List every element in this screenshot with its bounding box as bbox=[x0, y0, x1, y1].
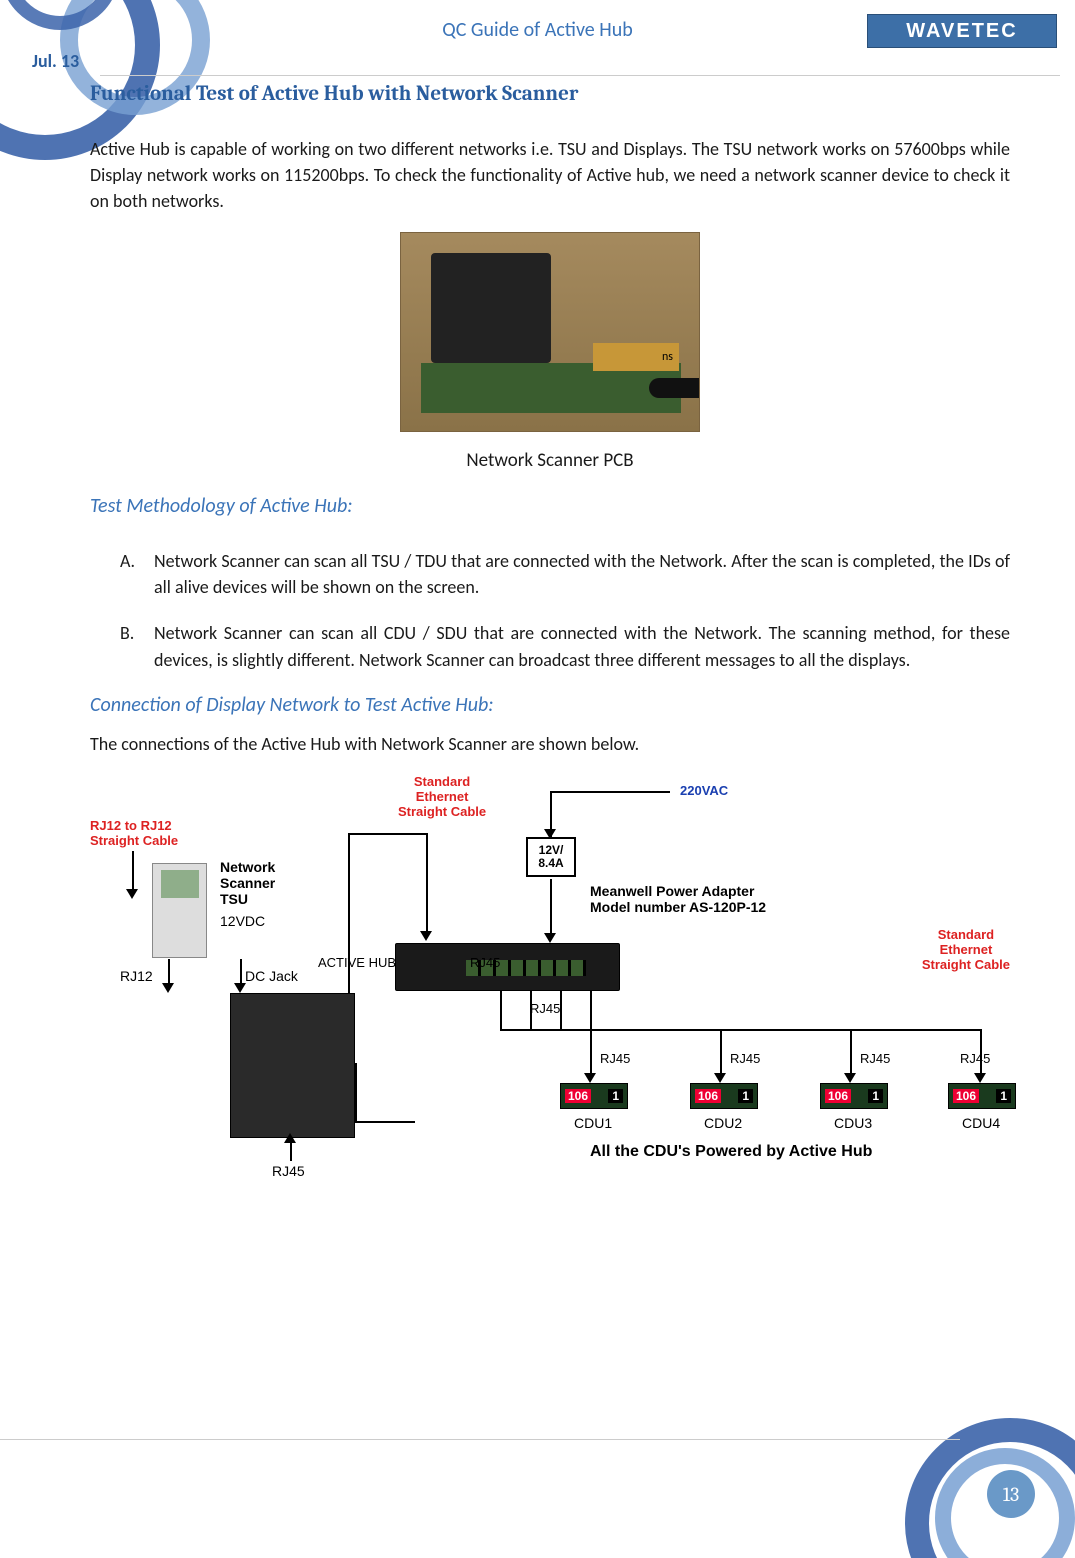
brand-logo: WAVETEC bbox=[867, 14, 1057, 48]
list-text: Network Scanner can scan all TSU / TDU t… bbox=[154, 550, 1010, 598]
connection-intro: The connections of the Active Hub with N… bbox=[90, 731, 1010, 757]
page-number: 13 bbox=[987, 1470, 1035, 1518]
cdu-number: 106 bbox=[565, 1089, 591, 1103]
figure-network-scanner-pcb bbox=[90, 232, 1010, 437]
connection-diagram: RJ12 to RJ12 Straight Cable Network Scan… bbox=[90, 773, 1010, 1193]
cdu-icon: 106 1 bbox=[948, 1083, 1016, 1109]
cdu-number: 106 bbox=[825, 1089, 851, 1103]
label-cdu3: CDU3 bbox=[834, 1115, 872, 1131]
list-item: B. Network Scanner can scan all CDU / SD… bbox=[120, 620, 1010, 672]
cdu-number: 106 bbox=[953, 1089, 979, 1103]
label-all-cdus-powered: All the CDU's Powered by Active Hub bbox=[590, 1143, 872, 1161]
tsu-device-icon bbox=[152, 863, 207, 958]
cdu-icon: 106 1 bbox=[820, 1083, 888, 1109]
psu-line1: 12V/ bbox=[539, 844, 564, 857]
cdu-number: 106 bbox=[695, 1089, 721, 1103]
pcb-photo-placeholder bbox=[400, 232, 700, 432]
label-eth-cable-top: Standard Ethernet Straight Cable bbox=[398, 775, 486, 820]
footer-divider bbox=[0, 1439, 960, 1440]
label-rj45-c2: RJ45 bbox=[730, 1051, 760, 1066]
label-rj12: RJ12 bbox=[120, 968, 153, 984]
cdu-window: 1 bbox=[868, 1089, 883, 1103]
list-marker: B. bbox=[120, 620, 134, 646]
label-rj45-c1: RJ45 bbox=[600, 1051, 630, 1066]
cdu-window: 1 bbox=[738, 1089, 753, 1103]
figure-caption: Network Scanner PCB bbox=[90, 449, 1010, 472]
scanner-pcb-icon bbox=[230, 993, 355, 1138]
list-item: A. Network Scanner can scan all TSU / TD… bbox=[120, 548, 1010, 600]
label-dc-jack: DC Jack bbox=[245, 968, 298, 984]
page-content: Functional Test of Active Hub with Netwo… bbox=[90, 82, 1010, 1193]
label-cdu4: CDU4 bbox=[962, 1115, 1000, 1131]
cdu-window: 1 bbox=[608, 1089, 623, 1103]
cdu-icon: 106 1 bbox=[690, 1083, 758, 1109]
header-divider bbox=[100, 75, 1060, 76]
label-eth-cable-right: Standard Ethernet Straight Cable bbox=[922, 928, 1010, 973]
date-badge: Jul. 13 bbox=[32, 50, 79, 72]
list-text: Network Scanner can scan all CDU / SDU t… bbox=[154, 622, 1010, 670]
label-rj12-cable: RJ12 to RJ12 Straight Cable bbox=[90, 819, 178, 849]
label-rj45-scanner: RJ45 bbox=[272, 1163, 305, 1179]
label-cdu2: CDU2 bbox=[704, 1115, 742, 1131]
label-rj45-c4: RJ45 bbox=[960, 1051, 990, 1066]
subheading-connection: Connection of Display Network to Test Ac… bbox=[90, 693, 1010, 717]
label-active-hub: ACTIVE HUB bbox=[318, 955, 396, 970]
active-hub-icon bbox=[395, 943, 620, 991]
psu-box: 12V/ 8.4A bbox=[526, 837, 576, 877]
section-heading: Functional Test of Active Hub with Netwo… bbox=[90, 82, 1010, 106]
label-rj45-hub-top: RJ45 bbox=[470, 955, 500, 970]
list-marker: A. bbox=[120, 548, 135, 574]
subheading-test-methodology: Test Methodology of Active Hub: bbox=[90, 494, 1010, 518]
label-rj45-c3: RJ45 bbox=[860, 1051, 890, 1066]
label-12vdc: 12VDC bbox=[220, 913, 265, 929]
cdu-window: 1 bbox=[996, 1089, 1011, 1103]
methodology-list: A. Network Scanner can scan all TSU / TD… bbox=[90, 548, 1010, 672]
psu-line2: 8.4A bbox=[538, 857, 563, 870]
cdu-icon: 106 1 bbox=[560, 1083, 628, 1109]
label-cdu1: CDU1 bbox=[574, 1115, 612, 1131]
label-psu-model: Meanwell Power Adapter Model number AS-1… bbox=[590, 883, 766, 915]
label-220vac: 220VAC bbox=[680, 783, 728, 798]
intro-paragraph: Active Hub is capable of working on two … bbox=[90, 136, 1010, 214]
label-rj45-hub-bot: RJ45 bbox=[530, 1001, 560, 1016]
label-network-scanner-tsu: Network Scanner TSU bbox=[220, 859, 275, 907]
